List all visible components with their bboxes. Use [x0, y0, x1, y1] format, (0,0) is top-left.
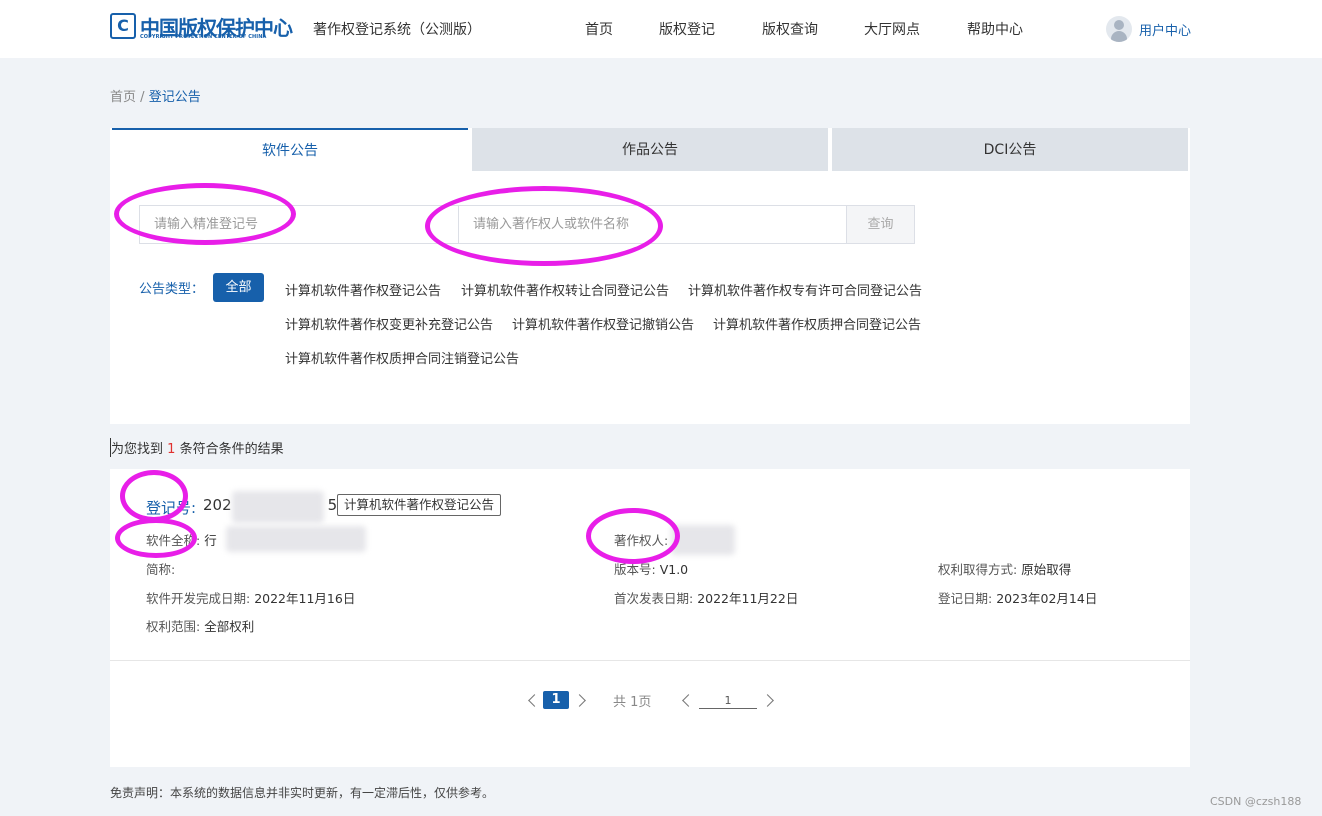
development-date-key: 软件开发完成日期: — [146, 591, 251, 606]
type-filter-all[interactable]: 全部 — [213, 273, 264, 302]
registration-date-value: 2023年02月14日 — [996, 591, 1098, 606]
copyright-logo-icon: C — [110, 13, 136, 39]
version-key: 版本号: — [614, 562, 656, 577]
total-pages-text: 共 1页 — [613, 695, 652, 710]
rights-scope-value: 全部权利 — [204, 619, 255, 634]
prev-page-chevron-icon[interactable] — [528, 694, 541, 707]
short-name-key: 简称: — [146, 562, 176, 577]
software-full-name-start: 行 — [204, 533, 217, 548]
registration-number-label[interactable]: 登记号: — [146, 497, 196, 518]
acquisition-method-field: 权利取得方式: 原始取得 — [938, 559, 1071, 578]
breadcrumb: 首页 / 登记公告 — [110, 86, 201, 105]
disclaimer-text: 免责声明：本系统的数据信息并非实时更新，有一定滞后性，仅供参考。 — [110, 786, 495, 800]
registration-date-key: 登记日期: — [938, 591, 993, 606]
cpcc-logo[interactable]: C 中国版权保护中心 COPYRIGHT PROTECTION CENTER O… — [110, 13, 296, 43]
acquisition-method-value: 原始取得 — [1021, 562, 1072, 577]
result-count-prefix: 为您找到 — [111, 442, 164, 457]
short-name-field: 简称: — [146, 559, 175, 578]
user-avatar-icon — [1106, 16, 1132, 42]
page-jump-input[interactable] — [699, 687, 757, 709]
card-divider — [110, 660, 1190, 661]
tab-software-announcements[interactable]: 软件公告 — [112, 128, 468, 171]
copyright-owner-field: 著作权人: — [614, 530, 668, 549]
version-value: V1.0 — [659, 562, 689, 577]
version-field: 版本号: V1.0 — [614, 559, 688, 578]
current-page-button[interactable]: 1 — [543, 691, 569, 709]
software-full-name-key: 软件全称: — [146, 533, 201, 548]
acquisition-method-key: 权利取得方式: — [938, 562, 1018, 577]
jump-prev-chevron-icon[interactable] — [682, 694, 695, 707]
announcement-type-label: 公告类型： — [139, 282, 205, 297]
user-center-label: 用户中心 — [1139, 23, 1192, 39]
breadcrumb-home[interactable]: 首页 — [110, 90, 136, 105]
logo-english-name: COPYRIGHT PROTECTION CENTER OF CHINA — [140, 34, 267, 40]
system-title: 著作权登记系统（公测版） — [313, 22, 481, 38]
first-publication-date-value: 2022年11月22日 — [697, 591, 799, 606]
rights-scope-key: 权利范围: — [146, 619, 201, 634]
type-filter-pledge-contract[interactable]: 计算机软件著作权质押合同登记公告 — [713, 314, 921, 333]
breadcrumb-current: 登记公告 — [148, 90, 201, 105]
type-filter-transfer-contract[interactable]: 计算机软件著作权转让合同登记公告 — [461, 280, 669, 299]
nav-help-center[interactable]: 帮助中心 — [967, 19, 1023, 39]
nav-copyright-registration[interactable]: 版权登记 — [659, 19, 715, 39]
result-count: 为您找到 1 条符合条件的结果 — [110, 438, 284, 457]
first-publication-date-key: 首次发表日期: — [614, 591, 694, 606]
type-filter-registration[interactable]: 计算机软件著作权登记公告 — [285, 280, 441, 299]
type-filter-revocation[interactable]: 计算机软件著作权登记撤销公告 — [512, 314, 694, 333]
copyright-owner-key: 著作权人: — [614, 533, 669, 548]
registration-date-field: 登记日期: 2023年02月14日 — [938, 588, 1097, 607]
breadcrumb-separator: / — [140, 90, 145, 105]
redacted-registration-number — [232, 491, 324, 523]
csdn-watermark: CSDN @czsh188 — [1210, 795, 1302, 808]
redacted-copyright-owner — [671, 525, 735, 555]
development-date-value: 2022年11月16日 — [254, 591, 356, 606]
nav-home[interactable]: 首页 — [585, 19, 613, 39]
nav-service-halls[interactable]: 大厅网点 — [864, 19, 920, 39]
type-filter-exclusive-license[interactable]: 计算机软件著作权专有许可合同登记公告 — [688, 280, 922, 299]
announcement-type-tag: 计算机软件著作权登记公告 — [337, 494, 502, 516]
tab-dci-announcements[interactable]: DCI公告 — [832, 128, 1188, 171]
search-panel: 软件公告 作品公告 DCI公告 请输入精准登记号 请输入著作权人或软件名称 查询… — [110, 128, 1190, 424]
result-card: 登记号: 202 5 计算机软件著作权登记公告 软件全称: 行 著作权人: 简称:… — [110, 469, 1190, 767]
tab-work-announcements[interactable]: 作品公告 — [472, 128, 828, 171]
registration-number-start: 202 — [203, 496, 232, 514]
rights-scope-field: 权利范围: 全部权利 — [146, 616, 254, 635]
result-count-number: 1 — [167, 442, 176, 457]
registration-number-input[interactable]: 请输入精准登记号 — [139, 205, 459, 244]
jump-next-chevron-icon[interactable] — [761, 694, 774, 707]
development-date-field: 软件开发完成日期: 2022年11月16日 — [146, 588, 355, 607]
redacted-software-name — [226, 526, 366, 552]
next-page-chevron-icon[interactable] — [573, 694, 586, 707]
software-full-name-field: 软件全称: 行 — [146, 530, 217, 549]
query-button[interactable]: 查询 — [846, 205, 915, 244]
registration-number-end: 5 — [327, 496, 338, 514]
type-filter-change-supplement[interactable]: 计算机软件著作权变更补充登记公告 — [285, 314, 493, 333]
result-count-suffix: 条符合条件的结果 — [179, 442, 284, 457]
type-filter-pledge-cancellation[interactable]: 计算机软件著作权质押合同注销登记公告 — [285, 348, 519, 367]
user-center-link[interactable]: 用户中心 — [1106, 15, 1191, 43]
first-publication-date-field: 首次发表日期: 2022年11月22日 — [614, 588, 798, 607]
nav-copyright-query[interactable]: 版权查询 — [762, 19, 818, 39]
owner-or-software-name-input[interactable]: 请输入著作权人或软件名称 — [458, 205, 847, 244]
top-header: C 中国版权保护中心 COPYRIGHT PROTECTION CENTER O… — [0, 0, 1322, 58]
